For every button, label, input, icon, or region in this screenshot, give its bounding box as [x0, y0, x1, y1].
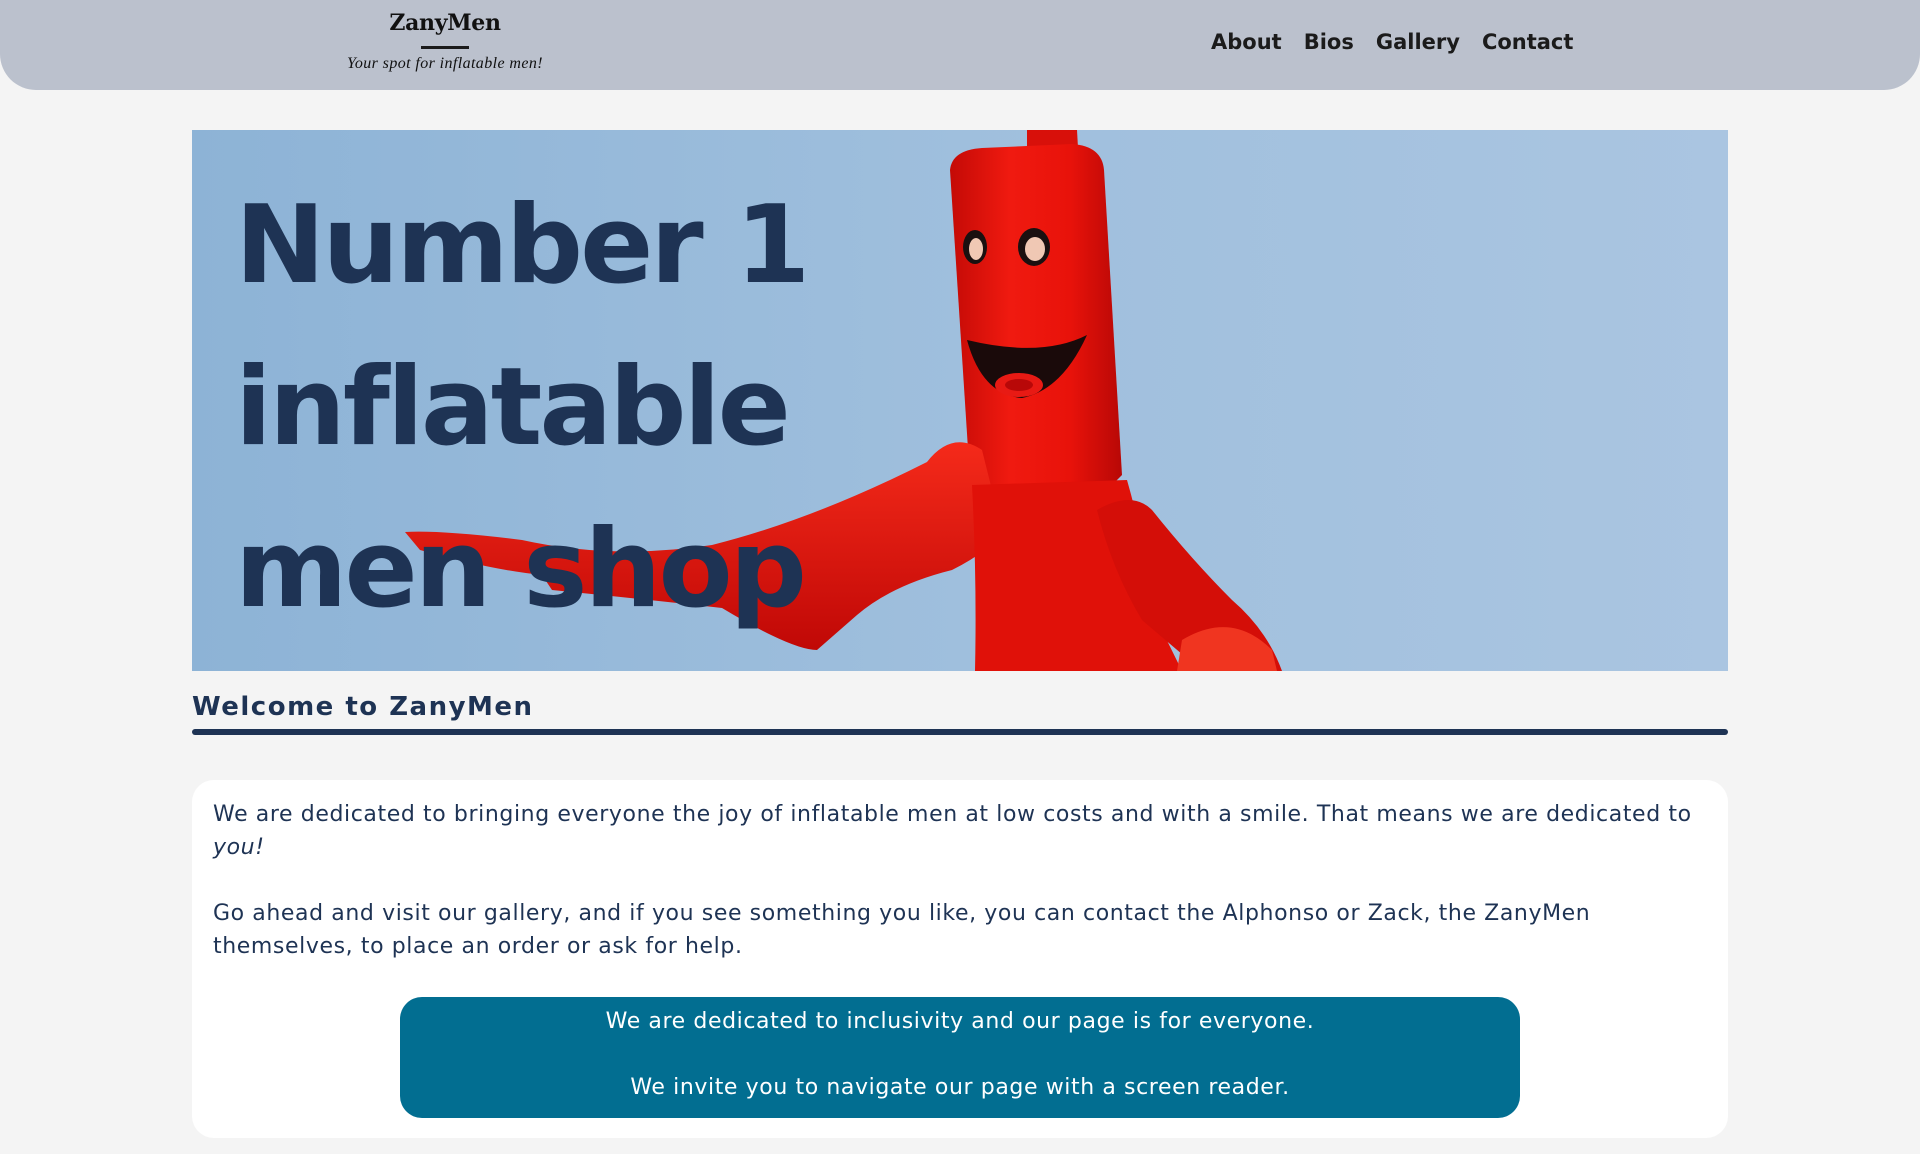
notice-line: We invite you to navigate our page with … — [630, 1075, 1290, 1100]
hero-headline-line: inflatable — [235, 345, 791, 470]
nav-link-about[interactable]: About — [1200, 30, 1293, 54]
welcome-heading: Welcome to ZanyMen — [192, 692, 534, 722]
accessibility-notice: We are dedicated to inclusivity and our … — [400, 997, 1520, 1118]
nav-link-bios[interactable]: Bios — [1293, 30, 1365, 54]
welcome-card: We are dedicated to bringing everyone th… — [192, 780, 1728, 1138]
hero-banner: Number 1 inflatable men shop — [192, 130, 1728, 671]
hero-headline-line: men shop — [235, 507, 807, 632]
notice-line: We are dedicated to inclusivity and our … — [605, 1009, 1315, 1034]
logo-name: ZanyMen — [389, 10, 501, 36]
logo-tagline: Your spot for inflatable men! — [347, 55, 543, 72]
logo-divider — [421, 46, 469, 49]
section-divider — [192, 729, 1728, 735]
site-header: ZanyMen Your spot for inflatable men! Ab… — [0, 0, 1920, 90]
intro-emphasis: you! — [213, 835, 265, 860]
gallery-paragraph: Go ahead and visit our gallery, and if y… — [213, 901, 1591, 959]
main-nav: About Bios Gallery Contact — [1200, 30, 1584, 54]
hero-headline-line: Number 1 — [235, 183, 810, 308]
hero-headline: Number 1 inflatable men shop — [235, 165, 935, 651]
intro-paragraph: We are dedicated to bringing everyone th… — [213, 798, 1713, 864]
intro-text: We are dedicated to bringing everyone th… — [213, 802, 1692, 827]
nav-link-gallery[interactable]: Gallery — [1365, 30, 1471, 54]
site-logo[interactable]: ZanyMen Your spot for inflatable men! — [310, 10, 580, 73]
nav-link-contact[interactable]: Contact — [1471, 30, 1585, 54]
